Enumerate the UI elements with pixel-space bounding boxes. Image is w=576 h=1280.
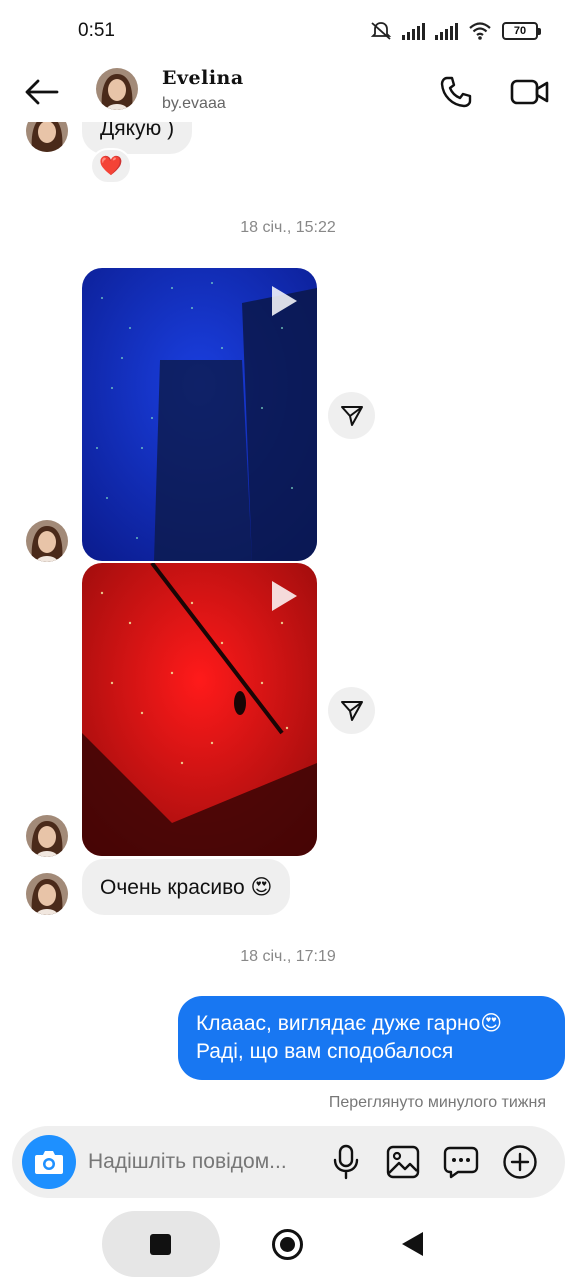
system-navigation-bar (0, 1208, 576, 1280)
status-time: 0:51 (78, 20, 115, 41)
signal-icon-2 (435, 22, 458, 40)
send-icon (340, 405, 363, 426)
share-button[interactable] (328, 392, 375, 439)
plus-icon (503, 1145, 537, 1179)
timestamp: 18 січ., 15:22 (240, 219, 336, 236)
video-message[interactable] (82, 563, 317, 856)
outgoing-message-line: Клааас, виглядає дуже гарно😍 (196, 1012, 503, 1035)
send-icon (340, 700, 363, 721)
incoming-message[interactable]: Очень красиво 😍 (82, 859, 291, 915)
contact-avatar[interactable] (96, 68, 138, 110)
voice-message-button[interactable] (326, 1142, 366, 1182)
chat-header: Evelina by.evaaa (0, 62, 576, 122)
timestamp: 18 січ., 17:19 (240, 948, 336, 965)
mute-bell-icon (370, 22, 392, 40)
system-back-button[interactable] (402, 1232, 423, 1256)
sender-avatar (26, 520, 68, 562)
sticker-button[interactable] (441, 1142, 481, 1182)
home-button[interactable] (272, 1229, 303, 1260)
recents-button[interactable] (150, 1234, 171, 1255)
message-composer (12, 1126, 565, 1198)
status-bar: 0:51 70 (0, 0, 576, 62)
gallery-icon (386, 1145, 420, 1179)
video-camera-icon (510, 79, 549, 105)
play-icon (272, 286, 297, 316)
video-call-button[interactable] (506, 70, 554, 114)
battery-icon: 70 (502, 22, 541, 40)
voice-call-button[interactable] (434, 70, 478, 114)
seen-status: Переглянуто минулого тижня (328, 1094, 546, 1111)
play-icon (272, 581, 297, 611)
video-message[interactable] (82, 268, 317, 561)
camera-button[interactable] (22, 1135, 76, 1189)
status-icons: 70 (370, 20, 541, 42)
sender-avatar (26, 815, 68, 857)
outgoing-message[interactable]: Клааас, виглядає дуже гарно😍 Раді, що ва… (178, 996, 565, 1080)
microphone-icon (333, 1144, 359, 1180)
contact-handle: by.evaaa (162, 95, 226, 112)
sender-avatar (26, 873, 68, 915)
outgoing-message-line: Раді, що вам сподобалося (196, 1040, 454, 1063)
camera-icon (35, 1151, 63, 1174)
message-input[interactable] (88, 1146, 328, 1178)
gallery-button[interactable] (383, 1142, 423, 1182)
back-button[interactable] (20, 72, 62, 112)
back-arrow-icon (25, 79, 59, 105)
share-button[interactable] (328, 687, 375, 734)
heart-reaction[interactable]: ❤️ (90, 148, 132, 184)
contact-name[interactable]: Evelina (162, 67, 244, 89)
wifi-icon (469, 22, 491, 40)
phone-icon (440, 76, 472, 108)
signal-icon (402, 22, 425, 40)
more-options-button[interactable] (500, 1142, 540, 1182)
sticker-icon (443, 1146, 479, 1179)
